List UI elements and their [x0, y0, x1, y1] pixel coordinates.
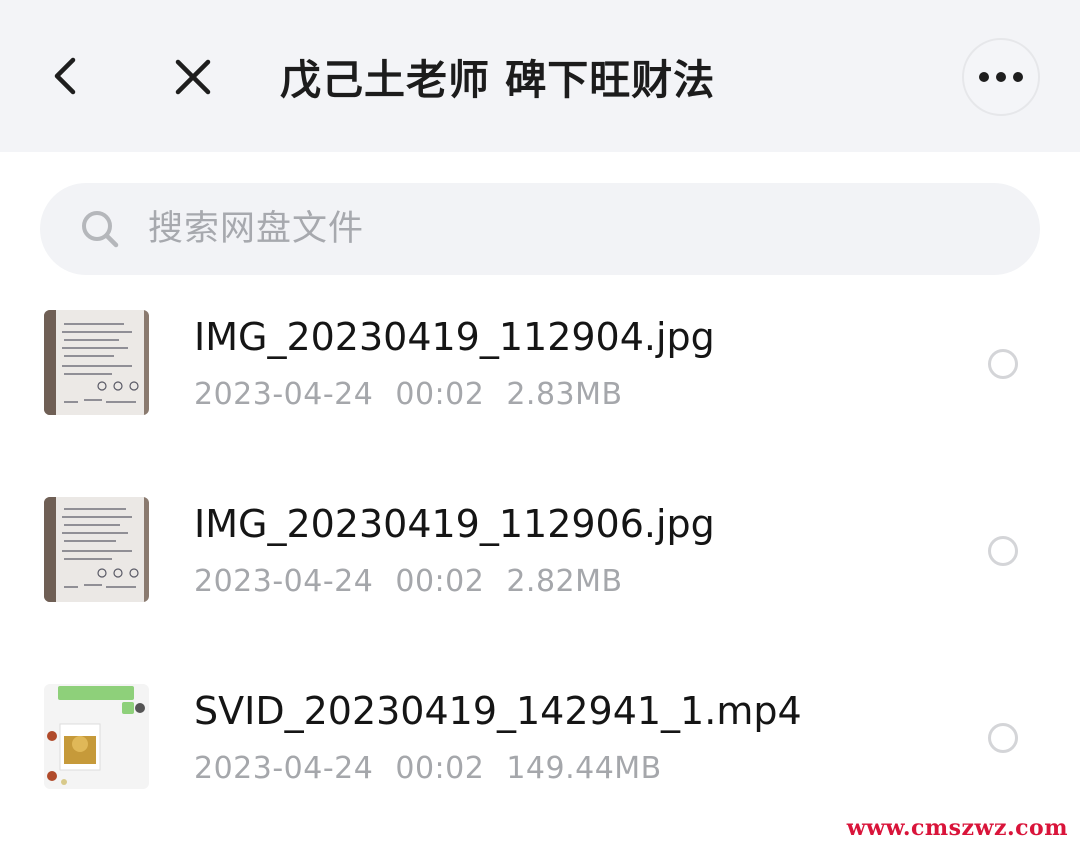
file-date: 2023-04-24 — [194, 377, 374, 412]
file-size: 2.82MB — [506, 564, 623, 599]
close-button[interactable] — [164, 48, 222, 106]
file-list-item[interactable]: IMG_20230419_112904.jpg 2023-04-24 00:02 2… — [0, 300, 1080, 450]
select-checkbox[interactable] — [988, 723, 1018, 753]
file-picker-screen: 戊己土老师 碑下旺财法 搜索网盘文件 IMG_20230419_112904.j… — [0, 0, 1080, 847]
file-time: 00:02 — [395, 564, 485, 599]
file-name: IMG_20230419_112904.jpg — [194, 315, 715, 359]
file-meta: 2023-04-24 00:02 2.83MB — [194, 375, 645, 415]
search-icon — [82, 211, 119, 248]
file-date: 2023-04-24 — [194, 751, 374, 786]
select-checkbox[interactable] — [988, 536, 1018, 566]
file-time: 00:02 — [395, 751, 485, 786]
back-button[interactable] — [38, 48, 94, 104]
file-list-item[interactable]: SVID_20230419_142941_1.mp4 2023-04-24 00:… — [0, 674, 1080, 824]
back-arrow-icon — [54, 57, 76, 95]
search-placeholder: 搜索网盘文件 — [148, 209, 365, 249]
search-input[interactable]: 搜索网盘文件 — [40, 183, 1040, 275]
more-button[interactable] — [962, 38, 1040, 116]
file-list-item[interactable]: IMG_20230419_112906.jpg 2023-04-24 00:02 2… — [0, 487, 1080, 637]
more-horizontal-icon — [979, 72, 1023, 82]
watermark-text: www.cmszwz.com — [846, 815, 1068, 841]
file-size: 149.44MB — [506, 751, 662, 786]
chat-screenshot-video-icon — [44, 684, 149, 789]
handwritten-notes-photo-icon — [44, 310, 149, 415]
top-bar: 戊己土老师 碑下旺财法 — [0, 0, 1080, 152]
file-thumbnail — [44, 684, 149, 789]
file-meta: 2023-04-24 00:02 149.44MB — [194, 749, 684, 789]
select-checkbox[interactable] — [988, 349, 1018, 379]
close-icon — [175, 59, 211, 95]
page-title: 戊己土老师 碑下旺财法 — [280, 56, 716, 104]
file-name: IMG_20230419_112906.jpg — [194, 502, 715, 546]
file-thumbnail — [44, 497, 149, 602]
file-meta: 2023-04-24 00:02 2.82MB — [194, 562, 645, 602]
file-name: SVID_20230419_142941_1.mp4 — [194, 689, 802, 733]
file-time: 00:02 — [395, 377, 485, 412]
handwritten-notes-photo-icon — [44, 497, 149, 602]
file-date: 2023-04-24 — [194, 564, 374, 599]
file-thumbnail — [44, 310, 149, 415]
file-size: 2.83MB — [506, 377, 623, 412]
